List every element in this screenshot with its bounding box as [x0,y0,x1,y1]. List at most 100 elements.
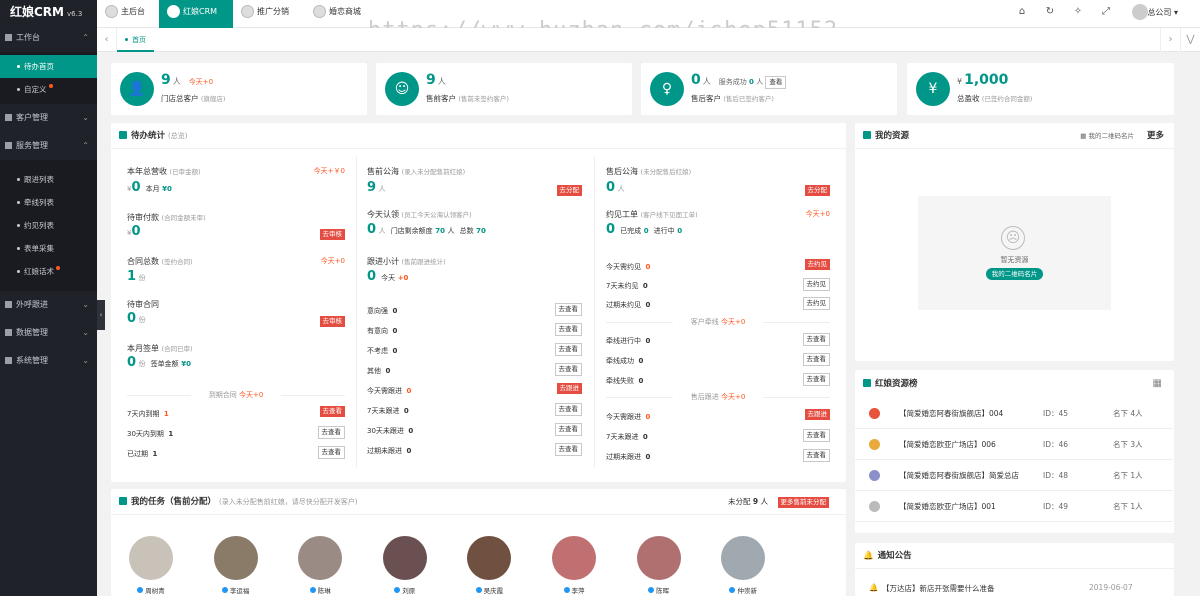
person-avatar[interactable] [213,536,258,580]
stat-label: 门店总客户 (旗舰店) [161,93,225,104]
block-sub: (员工今天公海认领客户) [401,211,472,219]
sidebar-item-2-0[interactable]: 跟进列表 [0,168,97,191]
notice-header: 🔔 通知公告 [855,543,1174,569]
sidebar-group-2[interactable]: 服务管理 ⌃ [0,132,97,160]
followup-row: 意向强 0 去查看 [367,303,582,316]
after-row: 今天需跟进 0 去跟进 [606,409,830,422]
person-name[interactable]: 李萍 [544,585,604,595]
tab-menu-button[interactable]: ⋁ [1180,28,1200,52]
sidebar-group-3[interactable]: 外呼跟进 ⌄ [0,291,97,319]
row-action-button[interactable]: 去查看 [554,363,582,376]
row-label: 今天需跟进 [367,387,402,395]
row-action-button[interactable]: 去查看 [319,406,345,417]
chevron-icon: ⌃ [82,141,89,150]
ranking-row[interactable]: 【简爱婚恋阿春街旗舰店】简爱总店 ID：48 名下 1人 [855,461,1173,491]
match-row: 牵线失败 0 去查看 [606,373,830,386]
person-avatar[interactable] [636,536,681,580]
more-unassigned-button[interactable]: 更多售前未分配 [777,497,829,508]
tab-prev-button[interactable]: ‹ [97,28,117,52]
row-label: 有意向 [367,327,388,335]
person-avatar[interactable] [129,536,173,580]
review-payment-button[interactable]: 去审核 [319,229,345,240]
assign-aftersale-button[interactable]: 去分配 [804,185,830,196]
stat-extra-label: 服务成功 [718,78,747,86]
view-success-button[interactable]: 查看 [765,76,787,89]
sidebar-collapse-handle[interactable]: ‹ [97,300,105,330]
expire-row: 已过期 1 去查看 [127,446,345,459]
row-action-button[interactable]: 去约见 [804,259,830,270]
top-tab-2[interactable]: 推广分销 [233,0,305,28]
claim-unit: 人 [378,227,386,235]
row-action-button[interactable]: 去查看 [802,333,830,346]
sidebar-group-5[interactable]: 系统管理 ⌄ [0,347,97,375]
row-action-button[interactable]: 去查看 [554,403,582,416]
person-name[interactable]: 陈琳 [290,585,350,595]
presale-sea-title: 售前公海 (录入未分配售前红娘) [367,166,582,177]
top-tab-label: 婚恋商城 [329,7,361,16]
row-action-button[interactable]: 去查看 [317,426,345,439]
sidebar-group-0[interactable]: 工作台 ⌃ [0,24,97,52]
user-menu[interactable]: 总公司 ▾ [1147,7,1178,18]
sidebar-item-2-1[interactable]: 牵线列表 [0,191,97,214]
sidebar-item-2-4[interactable]: 红娘话术 [0,260,97,283]
row-action-button[interactable]: 去查看 [802,449,830,462]
review-contract-button[interactable]: 去审核 [319,316,345,327]
row-action-button[interactable]: 去查看 [317,446,345,459]
annual-revenue-value: ¥0 本月 ¥0 [127,180,172,195]
row-action-button[interactable]: 去约见 [802,278,830,291]
person-name[interactable]: 吴庆霞 [459,585,519,595]
home-icon[interactable]: ⌂ [1016,6,1028,18]
more-link[interactable]: 更多 [1147,123,1164,149]
row-action-button[interactable]: 去查看 [802,353,830,366]
qr-link[interactable]: ▦ 我的二维码名片 [1080,123,1134,149]
my-qr-card-button[interactable]: 我的二维码名片 [985,268,1044,280]
person-avatar[interactable] [721,536,766,580]
sidebar-group-label: 客户管理 [16,113,48,122]
row-action-button[interactable]: 去约见 [802,297,830,310]
person-name[interactable]: 刘原 [375,585,435,595]
fullscreen-icon[interactable]: ⤢ [1100,6,1112,18]
row-action-button[interactable]: 去查看 [554,323,582,336]
person-avatar[interactable] [552,536,596,580]
row-label: 7天未约见 [606,282,639,290]
ranking-id: ID：45 [1043,409,1069,418]
row-action-button[interactable]: 去查看 [802,373,830,386]
row-action-button[interactable]: 去跟进 [556,383,582,394]
user-avatar[interactable] [1132,4,1148,20]
row-action-button[interactable]: 去跟进 [804,409,830,420]
sidebar-item-2-3[interactable]: 表单采集 [0,237,97,260]
person-name[interactable]: 李运福 [206,585,266,595]
person-avatar[interactable] [382,536,427,580]
top-tab-3[interactable]: 婚恋商城 [305,0,375,28]
person-name[interactable]: 陈晖 [629,585,689,595]
tab-home[interactable]: 首页 [117,28,154,52]
ranking-row[interactable]: 【简爱婚恋欧亚广场店】001 ID：49 名下 1人 [855,492,1173,522]
ranking-row[interactable]: 【简爱婚恋阿春街旗舰店】004 ID：45 名下 4人 [855,399,1173,429]
person-name[interactable]: 周树青 [121,585,181,595]
row-action-button[interactable]: 去查看 [802,429,830,442]
app-logo[interactable]: 红娘CRM v6.3 [0,0,97,24]
row-action-button[interactable]: 去查看 [554,343,582,356]
assign-presale-button[interactable]: 去分配 [556,185,582,196]
tab-next-button[interactable]: › [1160,28,1180,52]
sidebar-item-2-2[interactable]: 约见列表 [0,214,97,237]
top-tab-1[interactable]: 红娘CRM [159,0,233,28]
month-label: 本月 [145,185,160,193]
doing-value: 0 [677,227,683,235]
sidebar-group-1[interactable]: 客户管理 ⌄ [0,104,97,132]
qr-code-icon[interactable]: ▦ [1153,370,1162,398]
person-name[interactable]: 仲崇新 [713,585,773,595]
top-tab-0[interactable]: 主后台 [97,0,159,28]
row-action-button[interactable]: 去查看 [554,423,582,436]
ranking-row[interactable]: 【简爱婚恋欧亚广场店】006 ID：46 名下 3人 [855,430,1173,460]
row-action-button[interactable]: 去查看 [554,303,582,316]
sidebar-item-0-1[interactable]: 自定义 [0,78,97,101]
sidebar-group-4[interactable]: 数据管理 ⌄ [0,319,97,347]
month-value: ¥0 [162,185,172,193]
theme-icon[interactable]: ✧ [1072,6,1084,18]
refresh-icon[interactable]: ↻ [1044,6,1056,18]
person-avatar[interactable] [467,536,512,580]
row-action-button[interactable]: 去查看 [554,443,582,456]
sidebar-item-0-0[interactable]: 待办首页 [0,55,97,78]
person-avatar[interactable] [298,536,343,580]
